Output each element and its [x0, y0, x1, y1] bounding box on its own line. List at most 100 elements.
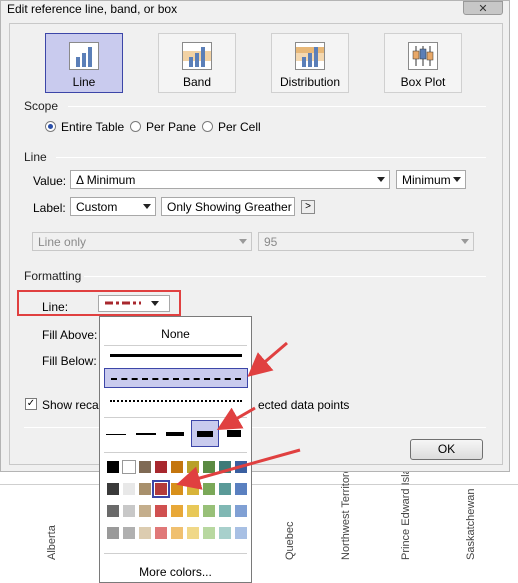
formatting-divider	[84, 276, 486, 277]
solid-line-icon	[110, 354, 242, 357]
recalc-label-start: Show recalc	[42, 398, 108, 412]
color-swatch[interactable]	[106, 460, 120, 474]
fill-above-label: Fill Above:	[42, 328, 98, 342]
color-swatch[interactable]	[154, 504, 168, 518]
label-mode-text: Custom	[76, 200, 118, 214]
background-divider	[0, 484, 518, 485]
dashed-line-option[interactable]	[104, 368, 248, 388]
color-swatch[interactable]	[138, 526, 152, 540]
color-swatch[interactable]	[106, 482, 120, 496]
popup-separator	[104, 452, 247, 453]
color-swatch[interactable]	[138, 504, 152, 518]
color-swatch[interactable]	[234, 460, 248, 474]
type-distribution-button[interactable]: Distribution	[271, 33, 349, 93]
weight-3-option[interactable]	[166, 432, 184, 436]
color-swatch[interactable]	[218, 460, 232, 474]
type-boxplot-button[interactable]: Box Plot	[384, 33, 462, 93]
color-swatch[interactable]	[186, 460, 200, 474]
background-column-label: Alberta	[46, 525, 58, 560]
label-text-input[interactable]: Only Showing Greather Tha	[161, 197, 295, 216]
footer-divider	[24, 427, 486, 428]
color-swatch[interactable]	[202, 482, 216, 496]
edit-reference-dialog: Edit reference line, band, or box ✕ Line…	[0, 0, 510, 472]
scope-per-pane-label[interactable]: Per Pane	[146, 120, 196, 134]
weight-4-option[interactable]	[191, 420, 219, 447]
chevron-down-icon	[377, 177, 385, 182]
color-swatch[interactable]	[154, 526, 168, 540]
none-option[interactable]: None	[100, 327, 251, 341]
background-column-label: Saskatchewan	[465, 488, 477, 560]
insert-field-button[interactable]: >	[301, 200, 315, 214]
color-swatch[interactable]	[218, 482, 232, 496]
dotted-line-option[interactable]	[104, 391, 248, 411]
line-format-label: Line:	[42, 300, 69, 314]
popup-separator	[104, 553, 247, 554]
color-swatch[interactable]	[186, 482, 200, 496]
ok-button[interactable]: OK	[410, 439, 483, 460]
confidence-select[interactable]: 95	[258, 232, 474, 251]
type-line-button[interactable]: Line	[45, 33, 123, 93]
line-style-picker[interactable]	[98, 295, 170, 312]
close-button[interactable]: ✕	[463, 1, 503, 15]
scope-per-pane-radio[interactable]	[130, 121, 141, 132]
aggregation-text: Minimum	[402, 173, 451, 187]
chevron-down-icon	[453, 177, 461, 182]
color-swatch[interactable]	[218, 526, 232, 540]
color-swatch[interactable]	[218, 504, 232, 518]
color-swatch[interactable]	[170, 460, 184, 474]
color-swatch[interactable]	[152, 480, 170, 498]
color-swatch[interactable]	[202, 504, 216, 518]
aggregation-select[interactable]: Minimum	[396, 170, 466, 189]
band-chart-icon	[182, 42, 212, 70]
insert-arrow-icon: >	[305, 201, 311, 212]
color-swatch[interactable]	[186, 526, 200, 540]
color-swatch[interactable]	[154, 460, 168, 474]
scope-entire-table-radio[interactable]	[45, 121, 56, 132]
color-swatch[interactable]	[234, 526, 248, 540]
recalc-checkbox[interactable]: ✓	[25, 398, 37, 410]
label-mode-select[interactable]: Custom	[70, 197, 156, 216]
color-swatch[interactable]	[234, 504, 248, 518]
scope-per-cell-radio[interactable]	[202, 121, 213, 132]
formatting-heading: Formatting	[24, 269, 82, 283]
color-swatch[interactable]	[202, 526, 216, 540]
label-label: Label:	[33, 201, 66, 215]
type-boxplot-label: Box Plot	[400, 75, 446, 89]
color-swatch[interactable]	[138, 482, 152, 496]
color-swatch[interactable]	[186, 504, 200, 518]
scope-entire-table-label[interactable]: Entire Table	[61, 120, 124, 134]
value-field-select[interactable]: Δ Minimum	[70, 170, 390, 189]
color-swatch[interactable]	[234, 482, 248, 496]
type-line-label: Line	[72, 75, 96, 89]
confidence-text: 95	[264, 235, 278, 249]
display-mode-select[interactable]: Line only	[32, 232, 252, 251]
color-swatch[interactable]	[170, 482, 184, 496]
color-swatch[interactable]	[106, 504, 120, 518]
more-colors-link[interactable]: More colors...	[100, 565, 251, 579]
color-swatch[interactable]	[170, 526, 184, 540]
weight-5-option[interactable]	[227, 430, 241, 437]
color-swatch[interactable]	[122, 482, 136, 496]
color-swatch[interactable]	[170, 504, 184, 518]
popup-separator	[104, 417, 247, 418]
type-distribution-label: Distribution	[279, 75, 341, 89]
scope-per-cell-label[interactable]: Per Cell	[218, 120, 261, 134]
color-swatch[interactable]	[122, 504, 136, 518]
color-swatch[interactable]	[122, 460, 136, 474]
scope-divider	[68, 106, 486, 107]
solid-line-option[interactable]	[104, 345, 248, 365]
value-label: Value:	[33, 174, 67, 188]
color-swatch[interactable]	[122, 526, 136, 540]
color-swatch[interactable]	[138, 460, 152, 474]
type-band-label: Band	[182, 75, 212, 89]
label-text-value: Only Showing Greather Tha	[167, 200, 294, 214]
color-swatch[interactable]	[106, 526, 120, 540]
weight-1-option[interactable]	[106, 434, 126, 435]
dotted-line-icon	[110, 400, 242, 402]
chevron-down-icon	[461, 239, 469, 244]
weight-2-option[interactable]	[136, 433, 156, 435]
type-band-button[interactable]: Band	[158, 33, 236, 93]
close-icon: ✕	[478, 2, 488, 15]
color-swatch[interactable]	[202, 460, 216, 474]
recalc-label-end: ected data points	[258, 398, 350, 412]
